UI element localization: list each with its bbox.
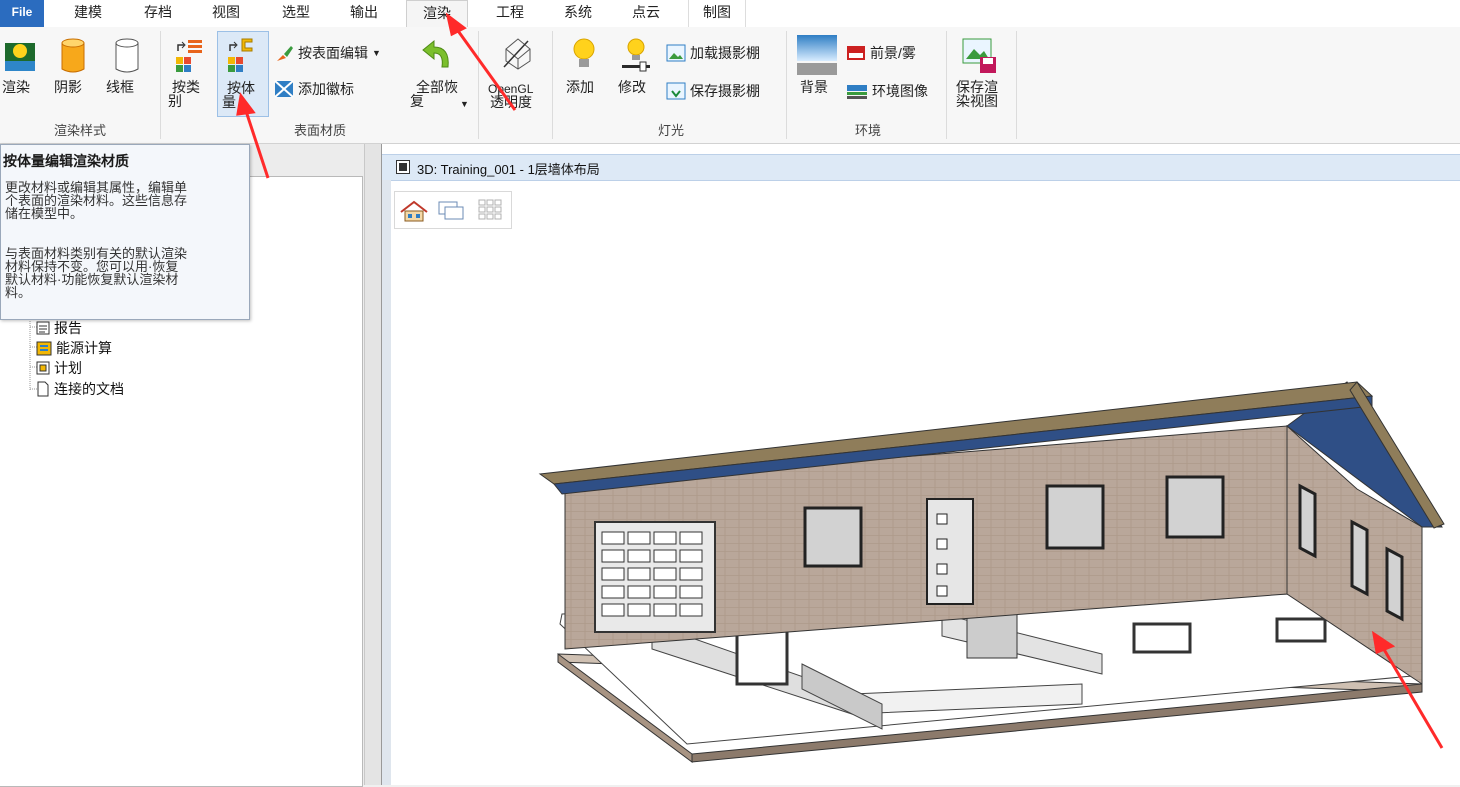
wireframe-label: 线框: [106, 79, 134, 95]
tooltip-paragraph-2: 与表面材料类别有关的默认渲染 材料保持不变。您可以用·恢复 默认材料·功能恢复默…: [5, 247, 241, 299]
env-image-button[interactable]: 环境图像: [846, 81, 928, 101]
group-divider: [552, 31, 553, 139]
by-volume-button[interactable]: 按体 量: [217, 31, 269, 117]
tooltip-line: 料。: [5, 285, 32, 300]
env-image-label: 环境图像: [872, 83, 928, 99]
background-button[interactable]: 背景: [796, 35, 838, 111]
image-icon: [666, 44, 686, 62]
ribbon: 渲染 阴影 线框 渲染样式 按类 别 按体 量 按表面编辑 ▼ 添加徽标 全部恢…: [0, 27, 1460, 144]
tree-item-label: 连接的文档: [54, 381, 124, 397]
render-icon: [5, 43, 35, 71]
background-label: 背景: [800, 79, 828, 95]
restore-all-button[interactable]: 全部恢 复 ▼: [408, 35, 469, 117]
group-divider: [786, 31, 787, 139]
wireframe-button[interactable]: 线框: [104, 35, 146, 111]
save-studio-button[interactable]: 保存摄影棚: [666, 81, 760, 101]
add-badge-label: 添加徽标: [298, 81, 354, 97]
edit-by-surface-button[interactable]: 按表面编辑 ▼: [274, 43, 381, 63]
edit-by-surface-label: 按表面编辑: [298, 45, 368, 61]
group-label-environment: 环境: [854, 123, 881, 138]
paint-brush-icon: [277, 46, 293, 61]
landscape-icon: [847, 85, 867, 99]
load-studio-label: 加载摄影棚: [690, 45, 760, 61]
save-render-label-2: 染视图: [956, 93, 998, 109]
save-render-view-button[interactable]: 保存渲 染视图: [952, 35, 1010, 117]
tab-drafting[interactable]: 制图: [688, 0, 746, 27]
add-light-button[interactable]: 添加: [564, 35, 604, 111]
tab-project[interactable]: 工程: [484, 0, 536, 27]
group-divider: [1016, 31, 1017, 139]
shadow-button[interactable]: 阴影: [52, 35, 92, 111]
by-category-button[interactable]: 按类 别: [168, 35, 208, 117]
3d-viewport[interactable]: 3D: Training_001 - 1层墙体布局: [381, 144, 1460, 785]
dropdown-arrow-icon: ▼: [372, 48, 381, 58]
tree-item-label: 计划: [54, 360, 82, 376]
group-divider: [160, 31, 161, 139]
ribbon-tab-bar: File 建模 存档 视图 选型 输出 渲染 工程 系统 点云 制图: [0, 0, 1460, 29]
render-label: 渲染: [2, 79, 30, 95]
group-label-light: 灯光: [657, 123, 684, 138]
fog-icon: [847, 46, 865, 60]
load-studio-button[interactable]: 加载摄影棚: [666, 43, 760, 63]
group-divider: [946, 31, 947, 139]
add-badge-button[interactable]: 添加徽标: [274, 79, 354, 99]
tab-view[interactable]: 视图: [200, 0, 252, 27]
wireframe-icon: [115, 38, 139, 73]
render-button[interactable]: 渲染: [0, 35, 38, 111]
report-icon: [36, 321, 50, 335]
restore-all-label-2: 复: [410, 93, 424, 109]
badge-icon: [274, 80, 294, 98]
tab-system[interactable]: 系统: [552, 0, 604, 27]
tooltip-line: 储在模型中。: [5, 206, 84, 221]
tree-item-report[interactable]: 报告: [36, 318, 82, 338]
modify-light-label: 修改: [618, 79, 646, 95]
tree-item-label: 报告: [54, 320, 82, 336]
transparent-cube-icon: [503, 38, 531, 70]
tooltip-line: 默认材料·功能恢复默认渲染材: [5, 272, 179, 287]
tab-selection[interactable]: 选型: [270, 0, 322, 27]
opengl-label-2: 透明度: [490, 94, 532, 110]
undo-arrow-icon: [422, 39, 449, 68]
energy-icon: [36, 341, 52, 356]
by-volume-label-2: 量: [222, 94, 236, 110]
tooltip: 按体量编辑渲染材质 更改材料或编辑其属性，编辑单 个表面的渲染材料。这些信息存 …: [0, 144, 250, 320]
splitter-bar[interactable]: [364, 144, 381, 785]
shadow-label: 阴影: [54, 79, 82, 95]
group-label-surface-material: 表面材质: [293, 123, 346, 138]
tree-item-energy[interactable]: 能源计算: [36, 338, 112, 358]
shadow-icon: [61, 38, 85, 73]
tab-render[interactable]: 渲染: [406, 0, 468, 29]
group-label-render-style: 渲染样式: [53, 123, 106, 138]
dropdown-arrow-icon: ▼: [460, 99, 469, 109]
by-volume-icon: [228, 38, 253, 72]
save-studio-label: 保存摄影棚: [690, 83, 760, 99]
group-divider: [478, 31, 479, 139]
opengl-transparency-button[interactable]: OpenGL 透明度: [484, 35, 548, 117]
by-category-icon: [176, 40, 202, 72]
light-bulb-icon: [573, 38, 595, 67]
tab-output[interactable]: 输出: [338, 0, 390, 27]
foreground-fog-button[interactable]: 前景/雾: [846, 43, 916, 63]
background-icon: [797, 35, 837, 75]
plan-icon: [36, 361, 50, 375]
tree-item-plan[interactable]: 计划: [36, 358, 82, 378]
tree-item-label: 能源计算: [56, 340, 112, 356]
tree-item-linked-docs[interactable]: 连接的文档: [36, 379, 124, 399]
by-category-label-2: 别: [168, 93, 182, 109]
house-3d-model: [538, 381, 1445, 763]
add-light-label: 添加: [566, 79, 594, 95]
tab-modeling[interactable]: 建模: [62, 0, 114, 27]
foreground-fog-label: 前景/雾: [870, 45, 916, 61]
tab-file[interactable]: File: [0, 0, 44, 27]
modify-light-button[interactable]: 修改: [616, 35, 656, 111]
tooltip-paragraph-1: 更改材料或编辑其属性，编辑单 个表面的渲染材料。这些信息存 储在模型中。: [5, 181, 241, 220]
save-image-icon: [666, 82, 686, 100]
tab-archive[interactable]: 存档: [132, 0, 184, 27]
document-icon: [37, 381, 49, 397]
tooltip-title: 按体量编辑渲染材质: [3, 153, 129, 169]
light-modify-icon: [622, 38, 650, 72]
save-render-icon: [962, 38, 996, 73]
tab-pointcloud[interactable]: 点云: [620, 0, 672, 27]
